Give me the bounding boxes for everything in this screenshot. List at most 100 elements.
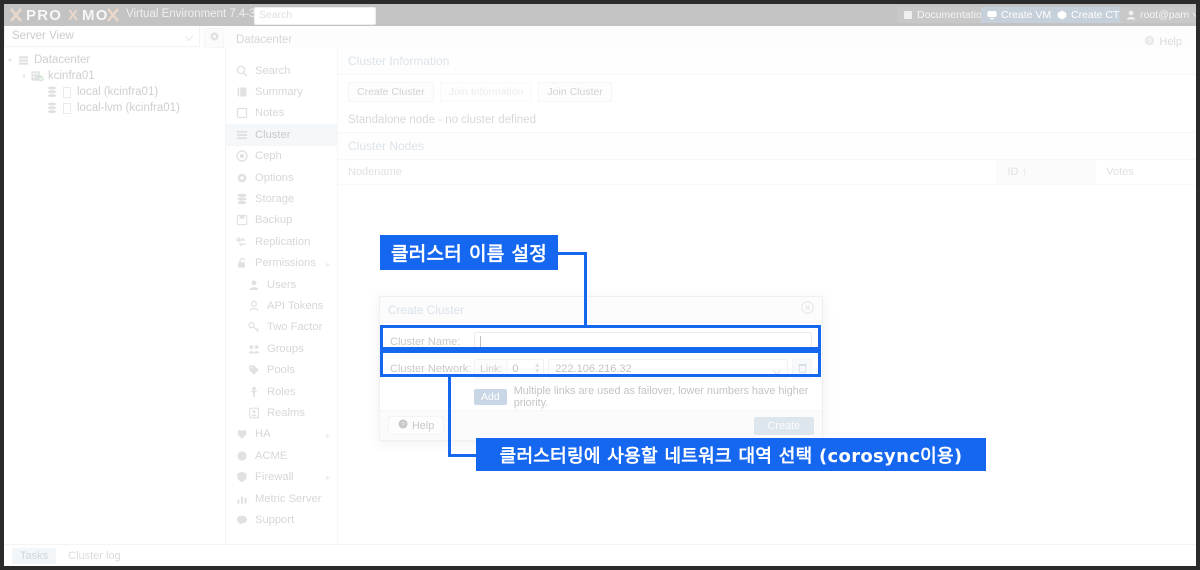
search-icon <box>234 65 250 77</box>
chart-bar-icon <box>234 493 250 505</box>
app-window: PRO X MO Virtual Environment 7.4-3 Searc… <box>4 4 1196 566</box>
nav-item-firewall[interactable]: Firewall ▸ <box>226 466 337 487</box>
nav-item-label: Backup <box>255 214 293 227</box>
link-value[interactable]: 0 <box>507 360 532 378</box>
svg-text:?: ? <box>401 422 405 429</box>
nav-item-support[interactable]: Support <box>226 509 337 530</box>
nav-item-cluster[interactable]: Cluster <box>226 124 337 146</box>
node-icon <box>30 70 45 82</box>
nav-item-notes[interactable]: Notes <box>226 103 337 124</box>
nav-item-label: Support <box>255 513 295 526</box>
help-button[interactable]: ? Help <box>1144 35 1182 49</box>
nav-item-label: Options <box>255 171 294 184</box>
tag-icon <box>246 364 262 376</box>
user-menu-button[interactable]: root@pam <box>1120 7 1196 23</box>
nav-item-backup[interactable]: Backup <box>226 210 337 231</box>
cluster-network-row: Cluster Network: Link: 0 ▲ ▼ 222.106.216.… <box>390 358 812 380</box>
nav-item-users[interactable]: Users <box>226 274 337 295</box>
create-vm-button[interactable]: Create VM <box>981 7 1058 23</box>
tree-item-label: local (kcinfra01) <box>77 86 159 98</box>
create-ct-button[interactable]: Create CT <box>1051 7 1126 23</box>
spinner-arrows-icon[interactable]: ▲ ▼ <box>531 360 544 378</box>
close-circle-icon[interactable] <box>801 300 814 319</box>
tree-item-local[interactable]: local (kcinfra01) <box>4 84 225 100</box>
column-header-id[interactable]: ID ↑ <box>996 160 1097 184</box>
nav-item-label: Cluster <box>255 128 291 141</box>
chevron-down-icon <box>178 32 194 44</box>
nav-item-replication[interactable]: Replication <box>226 231 337 252</box>
cluster-network-controls: Link: 0 ▲ ▼ 222.106.216.32 <box>474 359 812 379</box>
join-cluster-button[interactable]: Join Cluster <box>538 81 612 102</box>
tree-item-local-lvm[interactable]: local-lvm (kcinfra01) <box>4 100 225 116</box>
top-header-bar: PRO X MO Virtual Environment 7.4-3 Searc… <box>4 4 1196 26</box>
folder-icon <box>59 102 74 114</box>
nav-item-summary[interactable]: Summary <box>226 81 337 102</box>
nav-item-search[interactable]: Search <box>226 60 337 81</box>
nav-item-pools[interactable]: Pools <box>226 359 337 380</box>
documentation-label: Documentation <box>917 9 988 21</box>
realm-icon <box>246 407 262 419</box>
column-header-nodename[interactable]: Nodename <box>338 166 996 178</box>
nav-item-groups[interactable]: Groups <box>226 338 337 359</box>
view-selector[interactable]: Server View <box>4 26 200 47</box>
tree-item-label: kcinfra01 <box>48 70 95 82</box>
tab-cluster-log[interactable]: Cluster log <box>60 548 129 564</box>
group-icon <box>246 343 262 355</box>
add-link-row: Add Multiple links are used as failover,… <box>390 385 812 409</box>
tab-tasks[interactable]: Tasks <box>12 547 57 564</box>
nav-item-label: Metric Server <box>255 492 322 505</box>
nav-item-api-tokens[interactable]: API Tokens <box>226 295 337 316</box>
cluster-name-input[interactable] <box>474 332 812 352</box>
column-header-votes[interactable]: Votes <box>1096 166 1196 178</box>
tree-item-datacenter[interactable]: ▾ Datacenter <box>4 52 225 68</box>
datacenter-nav-menu: Search Summary Notes Cluster Ceph Options Stor… <box>226 48 338 544</box>
add-link-button[interactable]: Add <box>474 389 507 405</box>
storage-icon <box>234 193 250 205</box>
svg-text:MO: MO <box>82 7 109 24</box>
nav-item-label: Ceph <box>255 150 282 163</box>
storage-icon <box>44 102 59 114</box>
nav-item-acme[interactable]: ACME <box>226 445 337 466</box>
nav-item-label: Summary <box>255 86 303 99</box>
gear-icon <box>209 29 220 47</box>
nav-item-permissions[interactable]: Permissions ▸ <box>226 253 337 274</box>
delete-link-button[interactable] <box>792 359 812 379</box>
text-caret <box>480 336 481 349</box>
chevron-right-icon[interactable]: ▸ <box>326 431 330 440</box>
nav-item-ceph[interactable]: Ceph <box>226 146 337 167</box>
cluster-information-title: Cluster Information <box>338 48 1196 75</box>
chevron-right-icon[interactable]: ▸ <box>326 473 330 482</box>
chevron-right-icon[interactable]: ▸ <box>326 260 330 269</box>
key-user-icon <box>246 300 262 312</box>
question-circle-icon: ? <box>1144 35 1155 49</box>
nav-item-realms[interactable]: Realms <box>226 402 337 423</box>
dialog-help-button[interactable]: ? Help <box>388 416 445 435</box>
chevron-down-icon: ▾ <box>21 71 26 81</box>
cluster-icon <box>234 129 250 141</box>
network-address-select[interactable]: 222.106.216.32 <box>548 359 788 379</box>
nav-item-storage[interactable]: Storage <box>226 188 337 209</box>
nav-item-options[interactable]: Options <box>226 167 337 188</box>
link-number-stepper[interactable]: Link: 0 ▲ ▼ <box>474 359 545 379</box>
join-information-button: Join Information <box>439 81 533 102</box>
nav-item-ha[interactable]: HA ▸ <box>226 424 337 445</box>
view-settings-button[interactable] <box>204 28 224 48</box>
network-address-value: 222.106.216.32 <box>555 363 632 375</box>
nav-item-two-factor[interactable]: Two Factor <box>226 317 337 338</box>
cluster-name-label: Cluster Name: <box>390 336 461 348</box>
create-cluster-button[interactable]: Create Cluster <box>348 81 434 102</box>
nav-item-metric-server[interactable]: Metric Server <box>226 488 337 509</box>
tree-item-kcinfra01[interactable]: ▾ kcinfra01 <box>4 68 225 84</box>
nav-item-label: Groups <box>267 342 304 355</box>
role-icon <box>246 386 262 398</box>
nav-item-roles[interactable]: Roles <box>226 381 337 402</box>
folder-icon <box>59 86 74 98</box>
documentation-button[interactable]: Documentation <box>897 7 994 23</box>
user-icon <box>246 279 262 291</box>
datacenter-icon <box>16 55 31 66</box>
global-search-input[interactable]: Search <box>254 7 376 25</box>
trash-icon <box>797 360 807 378</box>
nav-item-label: Permissions <box>255 257 316 270</box>
create-cluster-dialog: Create Cluster Cluster Name: Cluster Net… <box>379 296 823 441</box>
dialog-create-button[interactable]: Create <box>753 416 814 435</box>
